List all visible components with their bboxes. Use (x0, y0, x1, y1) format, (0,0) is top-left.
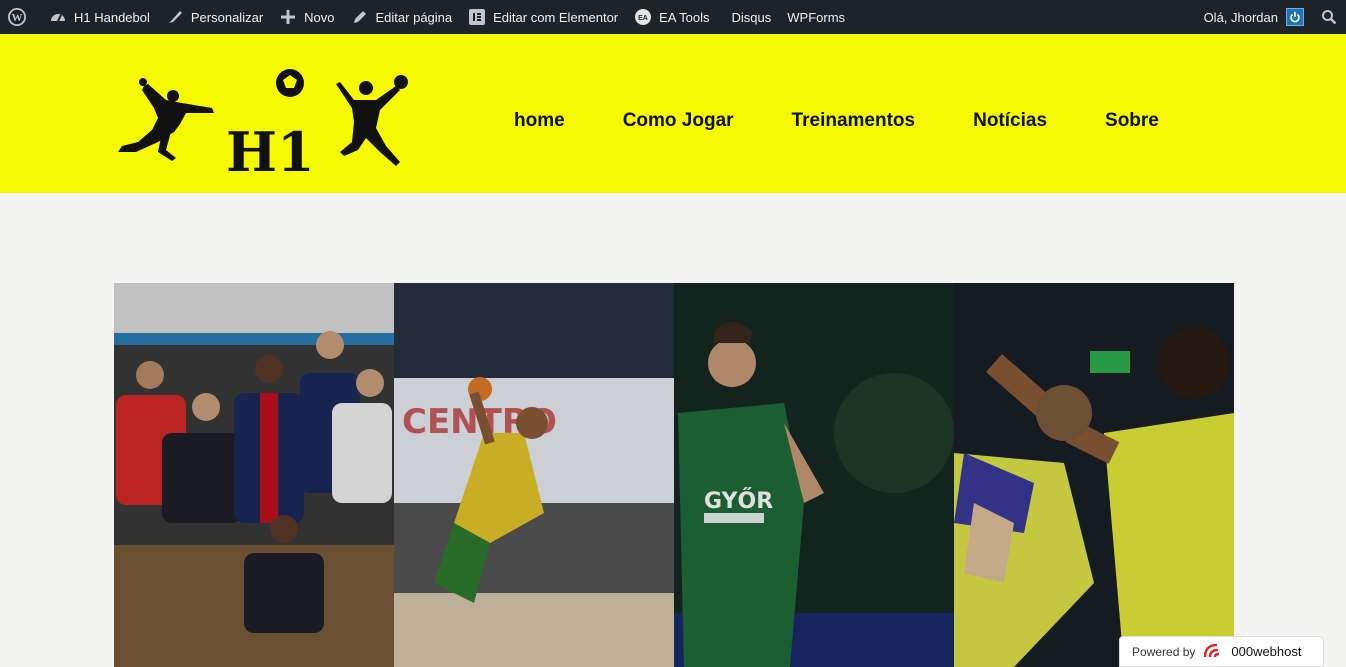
admin-bar: W H1 Handebol Personalizar Novo Editar p… (0, 0, 1346, 34)
wpforms-label: WPForms (787, 9, 846, 25)
site-logo[interactable]: H1 (114, 66, 414, 184)
site-header: H1 home Como Jogar Treinamentos Notícias… (0, 34, 1346, 193)
wordpress-logo-button[interactable]: W (0, 0, 41, 34)
disqus-link[interactable]: Disqus (724, 0, 780, 34)
logo-text: H1 (226, 120, 315, 171)
search-icon (1320, 8, 1338, 26)
disqus-label: Disqus (731, 9, 772, 25)
wpforms-link[interactable]: WPForms (779, 0, 853, 34)
svg-text:EA: EA (638, 15, 648, 22)
right-player-silhouette (336, 75, 408, 166)
nav-sobre[interactable]: Sobre (1105, 110, 1159, 132)
site-name-label: H1 Handebol (74, 9, 150, 25)
pencil-icon (351, 8, 369, 26)
search-button[interactable] (1312, 0, 1346, 34)
edit-page-link[interactable]: Editar página (343, 0, 461, 34)
svg-text:W: W (12, 12, 23, 24)
edit-elementor-label: Editar com Elementor (493, 9, 619, 25)
new-content-link[interactable]: Novo (271, 0, 342, 34)
elementor-icon (468, 8, 486, 26)
ea-tools-label: EA Tools (659, 9, 710, 25)
wordpress-icon: W (8, 8, 26, 26)
logo-ball-icon (276, 69, 304, 97)
gallery-image-team-photo[interactable] (114, 283, 394, 667)
left-player-silhouette (118, 78, 214, 161)
nav-home[interactable]: home (514, 110, 565, 132)
powered-by-label: Powered by (1132, 644, 1196, 659)
edit-page-label: Editar página (375, 9, 453, 25)
webhost-logo-icon (1203, 641, 1227, 662)
webhost-brand-label: 000webhost (1231, 644, 1302, 659)
greeting-label: Olá, Jhordan (1203, 9, 1278, 25)
nav-noticias[interactable]: Notícias (973, 110, 1047, 132)
customize-label: Personalizar (190, 9, 264, 25)
gallery-image-celebration[interactable] (954, 283, 1234, 667)
power-icon (1286, 8, 1304, 26)
my-account-link[interactable]: Olá, Jhordan (1196, 0, 1312, 34)
customize-link[interactable]: Personalizar (158, 0, 271, 34)
nav-como-jogar[interactable]: Como Jogar (623, 110, 734, 132)
main-navigation: home Como Jogar Treinamentos Notícias So… (514, 110, 1217, 132)
photo-gallery: CENTRO GYŐR (114, 283, 1234, 667)
ea-tools-link[interactable]: EA EA Tools (626, 0, 717, 34)
brush-icon (166, 8, 184, 26)
powered-by-badge[interactable]: Powered by 000webhost (1119, 636, 1324, 667)
nav-treinamentos[interactable]: Treinamentos (792, 110, 916, 132)
edit-elementor-link[interactable]: Editar com Elementor (460, 0, 626, 34)
site-name-link[interactable]: H1 Handebol (41, 0, 158, 34)
gallery-image-gyor-player[interactable]: GYŐR (674, 283, 954, 667)
gallery-image-beach-handball[interactable]: CENTRO (394, 283, 674, 667)
new-label: Novo (304, 9, 335, 25)
dashboard-icon (49, 8, 67, 26)
plus-icon (279, 8, 297, 26)
ea-tools-icon: EA (634, 8, 652, 26)
